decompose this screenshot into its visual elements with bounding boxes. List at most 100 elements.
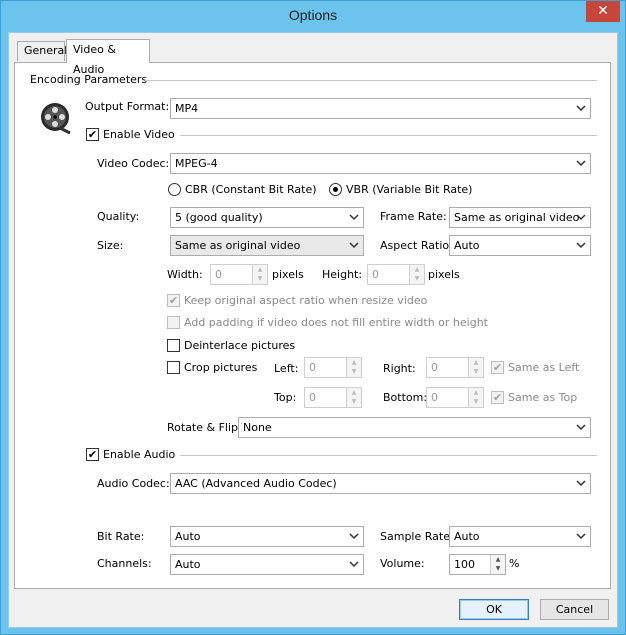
same-as-left-checkbox[interactable]: ✔ xyxy=(491,361,504,374)
bit-rate-value: Auto xyxy=(175,530,201,543)
rotate-flip-select[interactable]: None xyxy=(238,417,591,438)
sample-rate-label: Sample Rate: xyxy=(380,530,454,543)
width-unit: pixels xyxy=(272,268,304,281)
cbr-label: CBR (Constant Bit Rate) xyxy=(185,183,317,196)
video-codec-label: Video Codec: xyxy=(97,157,170,170)
close-icon: ✕ xyxy=(597,3,609,19)
frame-rate-value: Same as original video xyxy=(454,211,580,224)
width-spinner[interactable]: 0 ▲ ▼ xyxy=(210,264,268,285)
video-codec-select[interactable]: MPEG-4 xyxy=(170,153,591,174)
spin-up-icon[interactable]: ▲ xyxy=(347,388,361,397)
title-bar[interactable]: Options ✕ xyxy=(1,1,625,32)
volume-value: 100 xyxy=(454,558,475,571)
chevron-down-icon xyxy=(349,561,359,568)
width-value: 0 xyxy=(215,268,222,281)
keep-aspect-label: Keep original aspect ratio when resize v… xyxy=(184,294,428,307)
frame-rate-label: Frame Rate: xyxy=(380,210,447,223)
tab-general[interactable]: General xyxy=(17,41,67,61)
cancel-button[interactable]: Cancel xyxy=(540,599,609,620)
crop-left-value: 0 xyxy=(309,361,316,374)
enable-video-label: Enable Video xyxy=(103,128,175,141)
spin-up-icon[interactable]: ▲ xyxy=(469,358,483,367)
audio-divider xyxy=(180,455,597,456)
chevron-down-icon xyxy=(349,214,359,221)
height-spinner[interactable]: 0 ▲ ▼ xyxy=(367,264,425,285)
video-codec-value: MPEG-4 xyxy=(175,157,218,170)
chevron-down-icon xyxy=(576,160,586,167)
keep-aspect-checkbox[interactable]: ✔ xyxy=(167,294,180,307)
volume-label: Volume: xyxy=(380,557,425,570)
bit-rate-select[interactable]: Auto xyxy=(170,526,364,547)
quality-value: 5 (good quality) xyxy=(175,211,263,224)
volume-spin-buttons[interactable]: ▲ ▼ xyxy=(490,555,505,574)
quality-select[interactable]: 5 (good quality) xyxy=(170,207,364,228)
crop-left-spin-buttons[interactable]: ▲ ▼ xyxy=(346,358,361,377)
cbr-radio[interactable] xyxy=(168,183,181,196)
size-label: Size: xyxy=(97,239,124,252)
crop-bottom-spin-buttons[interactable]: ▲ ▼ xyxy=(468,388,483,407)
spin-down-icon[interactable]: ▼ xyxy=(347,397,361,406)
rotate-flip-value: None xyxy=(243,421,272,434)
deinterlace-label: Deinterlace pictures xyxy=(184,339,296,352)
crop-top-spin-buttons[interactable]: ▲ ▼ xyxy=(346,388,361,407)
video-divider xyxy=(180,135,597,136)
sample-rate-value: Auto xyxy=(454,530,480,543)
width-spin-buttons[interactable]: ▲ ▼ xyxy=(252,265,267,284)
spin-down-icon[interactable]: ▼ xyxy=(469,397,483,406)
chevron-down-icon xyxy=(576,424,586,431)
spin-down-icon[interactable]: ▼ xyxy=(469,367,483,376)
spin-down-icon[interactable]: ▼ xyxy=(410,274,424,283)
crop-bottom-label: Bottom: xyxy=(383,391,428,404)
ok-button[interactable]: OK xyxy=(459,599,529,620)
aspect-ratio-value: Auto xyxy=(454,239,480,252)
tab-video-audio[interactable]: Video & Audio xyxy=(66,39,150,76)
deinterlace-checkbox[interactable] xyxy=(167,339,180,352)
spin-up-icon[interactable]: ▲ xyxy=(469,388,483,397)
frame-rate-select[interactable]: Same as original video xyxy=(449,207,591,228)
sample-rate-select[interactable]: Auto xyxy=(449,526,591,547)
quality-label: Quality: xyxy=(97,210,140,223)
aspect-ratio-label: Aspect Ratio: xyxy=(380,239,453,252)
window-title: Options xyxy=(288,7,338,23)
enable-video-checkbox[interactable]: ✔ xyxy=(86,128,99,141)
chevron-down-icon xyxy=(349,533,359,540)
size-select[interactable]: Same as original video xyxy=(170,235,364,256)
film-reel-icon xyxy=(41,103,71,134)
crop-bottom-spinner[interactable]: 0 ▲ ▼ xyxy=(426,387,484,408)
spin-down-icon[interactable]: ▼ xyxy=(491,564,505,573)
spin-up-icon[interactable]: ▲ xyxy=(410,265,424,274)
enable-audio-checkbox[interactable]: ✔ xyxy=(86,448,99,461)
chevron-down-icon xyxy=(576,242,586,249)
spin-up-icon[interactable]: ▲ xyxy=(491,555,505,564)
close-button[interactable]: ✕ xyxy=(586,1,620,22)
bit-rate-label: Bit Rate: xyxy=(97,530,145,543)
crop-top-spinner[interactable]: 0 ▲ ▼ xyxy=(304,387,362,408)
height-label: Height: xyxy=(322,268,363,281)
group-divider xyxy=(145,80,597,81)
spin-up-icon[interactable]: ▲ xyxy=(347,358,361,367)
crop-right-spin-buttons[interactable]: ▲ ▼ xyxy=(468,358,483,377)
spin-down-icon[interactable]: ▼ xyxy=(347,367,361,376)
vbr-radio[interactable] xyxy=(329,183,342,196)
add-padding-label: Add padding if video does not fill entir… xyxy=(184,316,488,329)
vbr-label: VBR (Variable Bit Rate) xyxy=(346,183,473,196)
spin-up-icon[interactable]: ▲ xyxy=(253,265,267,274)
output-format-select[interactable]: MP4 xyxy=(170,98,591,119)
dialog-client: General Video & Audio Encoding Parameter… xyxy=(8,32,618,628)
chevron-down-icon xyxy=(576,480,586,487)
size-value: Same as original video xyxy=(175,239,301,252)
channels-select[interactable]: Auto xyxy=(170,554,364,575)
same-as-top-checkbox[interactable]: ✔ xyxy=(491,391,504,404)
channels-label: Channels: xyxy=(97,557,152,570)
crop-right-spinner[interactable]: 0 ▲ ▼ xyxy=(426,357,484,378)
aspect-ratio-select[interactable]: Auto xyxy=(449,235,591,256)
audio-codec-select[interactable]: AAC (Advanced Audio Codec) xyxy=(170,473,591,494)
crop-checkbox[interactable] xyxy=(167,361,180,374)
options-window: Options ✕ General Video & Audio Encoding… xyxy=(0,0,626,635)
add-padding-checkbox[interactable] xyxy=(167,316,180,329)
volume-spinner[interactable]: 100 ▲ ▼ xyxy=(449,554,506,575)
crop-right-label: Right: xyxy=(383,362,416,375)
crop-left-spinner[interactable]: 0 ▲ ▼ xyxy=(304,357,362,378)
height-spin-buttons[interactable]: ▲ ▼ xyxy=(409,265,424,284)
spin-down-icon[interactable]: ▼ xyxy=(253,274,267,283)
